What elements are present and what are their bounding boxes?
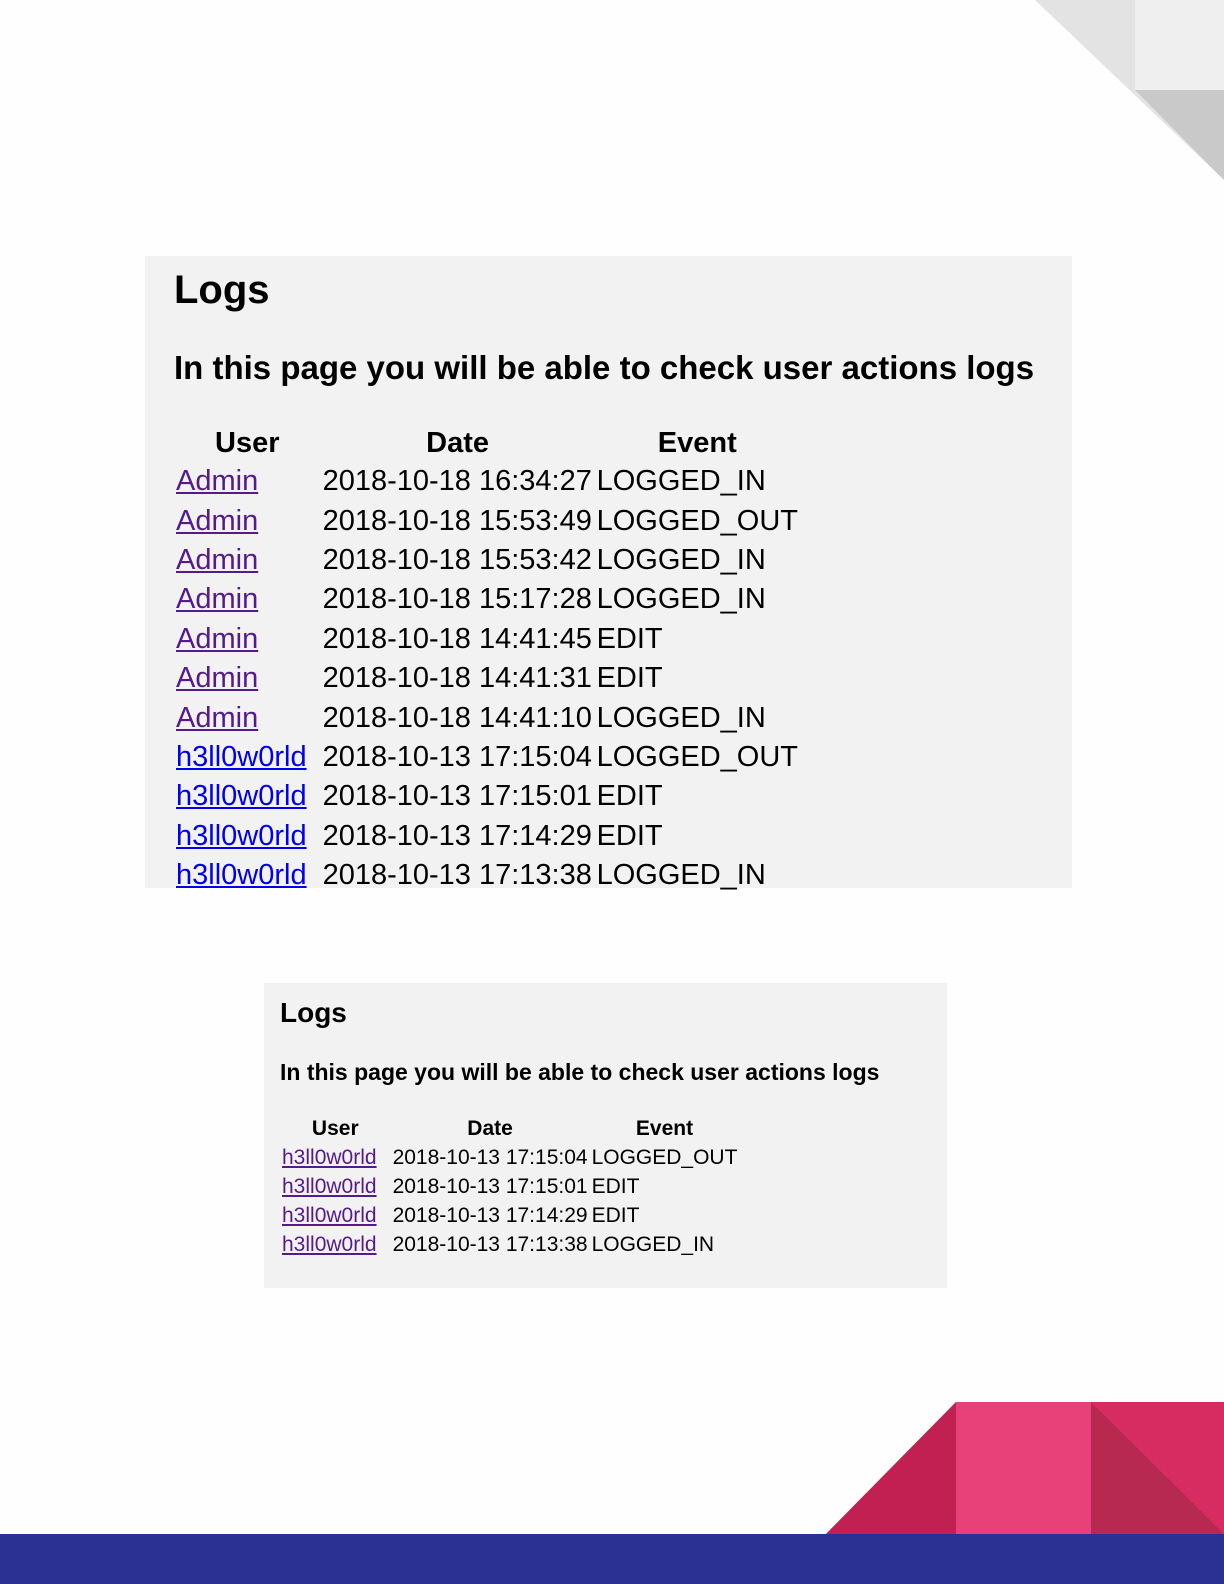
- date-cell: 2018-10-13 17:15:04: [322, 740, 592, 773]
- user-link[interactable]: h3ll0w0rld: [282, 1204, 377, 1227]
- table-row: Admin 2018-10-18 14:41:31 EDIT: [174, 659, 800, 698]
- user-cell: Admin: [174, 501, 321, 540]
- date-cell: 2018-10-13 17:15:04: [392, 1145, 588, 1169]
- table-row: Admin 2018-10-18 15:53:49 LOGGED_OUT: [174, 501, 800, 540]
- table-row: Admin 2018-10-18 14:41:10 LOGGED_IN: [174, 698, 800, 737]
- user-cell: Admin: [174, 541, 321, 580]
- user-link[interactable]: Admin: [176, 623, 258, 655]
- date-cell: 2018-10-18 14:41:10: [322, 701, 592, 734]
- user-cell: Admin: [174, 462, 321, 501]
- date-cell: 2018-10-13 17:13:38: [322, 859, 592, 892]
- date-cell: 2018-10-18 14:41:31: [322, 662, 592, 695]
- table-row: Admin 2018-10-18 16:34:27 LOGGED_IN: [174, 462, 800, 501]
- page-title: Logs: [280, 997, 347, 1028]
- event-cell: EDIT: [596, 662, 663, 695]
- table-row: h3ll0w0rld 2018-10-13 17:15:01 EDIT: [280, 1172, 739, 1201]
- user-cell: h3ll0w0rld: [280, 1230, 391, 1259]
- logs-screenshot-small: Logs In this page you will be able to ch…: [264, 983, 947, 1288]
- user-link[interactable]: Admin: [176, 662, 258, 694]
- user-cell: h3ll0w0rld: [280, 1172, 391, 1201]
- date-cell: 2018-10-13 17:13:38: [392, 1232, 588, 1256]
- event-cell: LOGGED_IN: [596, 701, 766, 734]
- event-cell: LOGGED_IN: [591, 1232, 715, 1256]
- column-header-user: User: [311, 1117, 359, 1140]
- date-cell: 2018-10-13 17:14:29: [322, 819, 592, 852]
- logs-table: User Date Event Admin 2018-10-18 16:34:27…: [174, 424, 800, 895]
- column-header-date: Date: [426, 426, 489, 459]
- column-header-event: Event: [635, 1117, 694, 1140]
- user-cell: Admin: [174, 620, 321, 659]
- page-title: Logs: [174, 268, 270, 312]
- event-cell: LOGGED_IN: [596, 465, 766, 498]
- user-cell: h3ll0w0rld: [174, 777, 321, 816]
- user-link[interactable]: h3ll0w0rld: [282, 1233, 377, 1256]
- user-link[interactable]: Admin: [176, 702, 258, 734]
- top-right-corner-decoration: [1035, 0, 1224, 180]
- date-cell: 2018-10-18 16:34:27: [322, 465, 592, 498]
- event-cell: EDIT: [591, 1203, 640, 1227]
- page-subtitle: In this page you will be able to check u…: [174, 349, 1035, 386]
- event-cell: LOGGED_IN: [596, 543, 766, 576]
- date-cell: 2018-10-18 15:17:28: [322, 583, 592, 616]
- column-header-event: Event: [657, 426, 737, 459]
- table-row: Admin 2018-10-18 15:17:28 LOGGED_IN: [174, 580, 800, 619]
- date-cell: 2018-10-18 14:41:45: [322, 622, 592, 655]
- date-cell: 2018-10-18 15:53:42: [322, 543, 592, 576]
- table-row: h3ll0w0rld 2018-10-13 17:14:29 EDIT: [280, 1201, 739, 1230]
- table-row: h3ll0w0rld 2018-10-13 17:15:04 LOGGED_OUT: [174, 738, 800, 777]
- table-row: h3ll0w0rld 2018-10-13 17:14:29 EDIT: [174, 817, 800, 856]
- event-cell: EDIT: [596, 622, 663, 655]
- event-cell: LOGGED_IN: [596, 859, 766, 892]
- table-row: Admin 2018-10-18 14:41:45 EDIT: [174, 620, 800, 659]
- user-link[interactable]: h3ll0w0rld: [176, 741, 307, 773]
- user-link[interactable]: Admin: [176, 583, 258, 615]
- date-cell: 2018-10-13 17:15:01: [392, 1174, 588, 1198]
- user-link[interactable]: h3ll0w0rld: [282, 1146, 377, 1169]
- bottom-right-corner-decoration: [0, 1402, 1224, 1584]
- event-cell: EDIT: [591, 1174, 640, 1198]
- column-header-date: Date: [467, 1117, 513, 1140]
- table-row: h3ll0w0rld 2018-10-13 17:15:04 LOGGED_OUT: [280, 1143, 739, 1172]
- date-cell: 2018-10-13 17:15:01: [322, 780, 592, 813]
- event-cell: EDIT: [596, 780, 663, 813]
- page-subtitle: In this page you will be able to check u…: [280, 1059, 880, 1085]
- user-cell: h3ll0w0rld: [174, 817, 321, 856]
- event-cell: LOGGED_OUT: [596, 740, 799, 773]
- event-cell: EDIT: [596, 819, 663, 852]
- user-cell: h3ll0w0rld: [280, 1201, 391, 1230]
- user-cell: Admin: [174, 659, 321, 698]
- table-header-row: User Date Event: [280, 1115, 739, 1143]
- user-link[interactable]: h3ll0w0rld: [176, 820, 307, 852]
- table-row: h3ll0w0rld 2018-10-13 17:15:01 EDIT: [174, 777, 800, 816]
- event-cell: LOGGED_IN: [596, 583, 766, 616]
- user-link[interactable]: Admin: [176, 465, 258, 497]
- table-row: h3ll0w0rld 2018-10-13 17:13:38 LOGGED_IN: [174, 856, 800, 895]
- logs-screenshot-large: Logs In this page you will be able to ch…: [145, 256, 1072, 891]
- date-cell: 2018-10-13 17:14:29: [392, 1203, 588, 1227]
- user-cell: h3ll0w0rld: [280, 1143, 391, 1172]
- user-link[interactable]: Admin: [176, 544, 258, 576]
- table-row: h3ll0w0rld 2018-10-13 17:13:38 LOGGED_IN: [280, 1230, 739, 1259]
- logs-table: User Date Event h3ll0w0rld 2018-10-13 17:…: [280, 1115, 739, 1259]
- footer-bar: [0, 1534, 1224, 1584]
- event-cell: LOGGED_OUT: [591, 1145, 738, 1169]
- user-cell: Admin: [174, 580, 321, 619]
- user-link[interactable]: h3ll0w0rld: [282, 1175, 377, 1198]
- event-cell: LOGGED_OUT: [596, 504, 799, 537]
- user-cell: Admin: [174, 698, 321, 737]
- column-header-user: User: [215, 426, 280, 459]
- user-link[interactable]: Admin: [176, 505, 258, 537]
- date-cell: 2018-10-18 15:53:49: [322, 504, 592, 537]
- user-link[interactable]: h3ll0w0rld: [176, 780, 307, 812]
- user-cell: h3ll0w0rld: [174, 738, 321, 777]
- table-header-row: User Date Event: [174, 424, 800, 462]
- user-link[interactable]: h3ll0w0rld: [176, 859, 307, 891]
- user-cell: h3ll0w0rld: [174, 856, 321, 895]
- table-row: Admin 2018-10-18 15:53:42 LOGGED_IN: [174, 541, 800, 580]
